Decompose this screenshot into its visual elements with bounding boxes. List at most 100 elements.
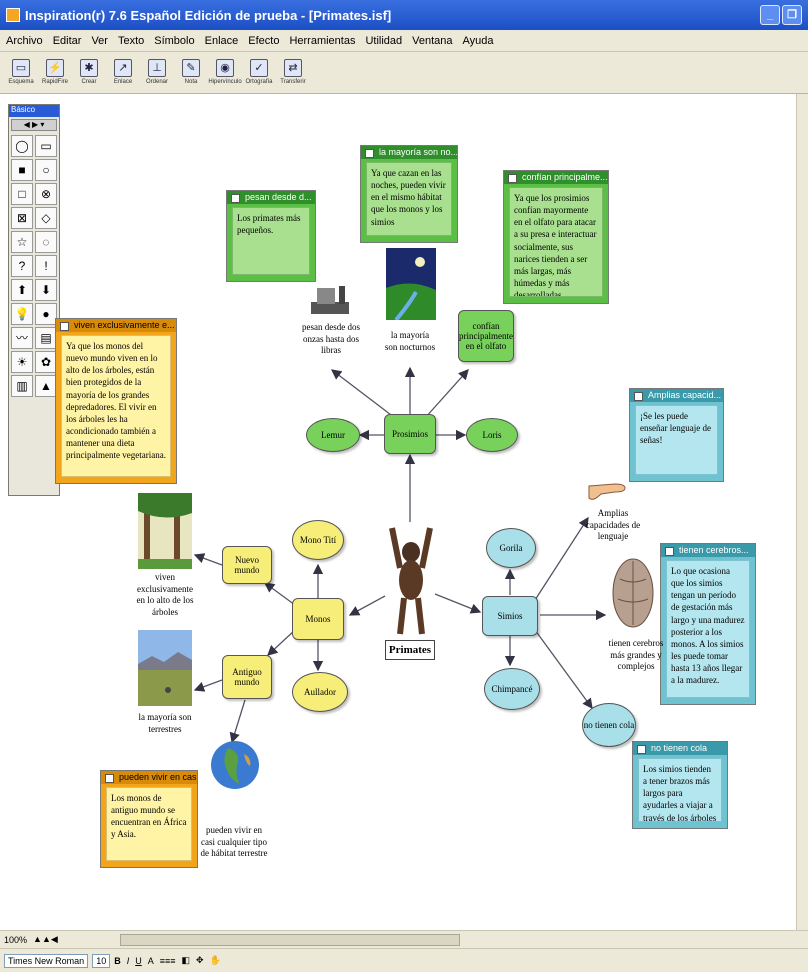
question-icon[interactable]: ?	[11, 255, 33, 277]
italic-icon[interactable]: I	[127, 956, 130, 966]
node-no-tienen-cola[interactable]: no tienen cola	[582, 703, 636, 747]
menu-editar[interactable]: Editar	[53, 35, 82, 47]
menu-efecto[interactable]: Efecto	[248, 35, 279, 47]
chimpanzee-picture[interactable]	[388, 518, 434, 638]
menu-ayuda[interactable]: Ayuda	[463, 35, 494, 47]
toolbar-transferir-button[interactable]: ⇄ Transferir	[278, 52, 308, 92]
note-cola[interactable]: no tienen cola Los simios tienden a tene…	[632, 741, 728, 829]
scroll-thumb[interactable]	[120, 934, 460, 946]
palette-nav[interactable]: ◀ ▶ ▾	[11, 119, 57, 131]
arrow-down-icon[interactable]: ⬇	[35, 279, 57, 301]
shape-speech-icon[interactable]: ◌	[35, 231, 57, 253]
shape-rect-icon[interactable]: ▭	[35, 135, 57, 157]
underline-icon[interactable]: U	[135, 956, 142, 966]
zoom-level[interactable]: 100%	[4, 935, 27, 945]
toolbar-ordenar-button[interactable]: ⊥ Ordenar	[142, 52, 172, 92]
font-family-select[interactable]: Times New Roman	[4, 953, 89, 968]
node-gorila[interactable]: Gorila	[486, 528, 536, 568]
shape-square-icon[interactable]: ■	[11, 159, 33, 181]
menu-simbolo[interactable]: Símbolo	[154, 35, 194, 47]
menu-herramientas[interactable]: Herramientas	[289, 35, 355, 47]
toolbar-hipervinculo-button[interactable]: ◉ Hipervínculo	[208, 52, 242, 92]
note-cerebros[interactable]: tienen cerebros... Lo que ocasiona que l…	[660, 543, 756, 705]
move-icon[interactable]: ✥	[196, 955, 204, 966]
text-color-icon[interactable]: A	[148, 956, 154, 966]
menu-ver[interactable]: Ver	[91, 35, 108, 47]
transfer-icon: ⇄	[284, 59, 302, 77]
label-cerebros[interactable]: tienen cerebros más grandes y complejos	[604, 638, 668, 673]
mountain-icon[interactable]: ▲	[35, 375, 57, 397]
node-primates[interactable]: Primates	[385, 640, 435, 660]
alignment-icon[interactable]: ≡≡≡	[160, 956, 176, 966]
night-landscape-picture[interactable]	[386, 248, 436, 320]
outline-icon: ▭	[12, 59, 30, 77]
sun-icon[interactable]: ☀	[11, 351, 33, 373]
node-nuevo-mundo[interactable]: Nuevo mundo	[222, 546, 272, 584]
wave-icon[interactable]: 〰	[11, 327, 33, 349]
toolbar-ortografia-button[interactable]: ✓ Ortografía	[244, 52, 274, 92]
shape-star-icon[interactable]: ☆	[11, 231, 33, 253]
shape-box-icon[interactable]: □	[11, 183, 33, 205]
vertical-scrollbar[interactable]	[796, 94, 808, 930]
hand-icon[interactable]: ✋	[210, 955, 221, 966]
label-habitat[interactable]: pueden vivir en casi cualquier tipo de h…	[200, 825, 268, 860]
shape-cross-oval-icon[interactable]: ⊗	[35, 183, 57, 205]
jungle-trees-picture[interactable]	[138, 493, 192, 569]
note-habitat[interactable]: pueden vivir en cas... Los monos de anti…	[100, 770, 198, 868]
menu-archivo[interactable]: Archivo	[6, 35, 43, 47]
node-chimpance[interactable]: Chimpancé	[484, 668, 540, 710]
book-icon[interactable]: ▤	[35, 327, 57, 349]
label-nocturnos[interactable]: la mayoría son nocturnos	[384, 330, 436, 353]
node-simios[interactable]: Simios	[482, 596, 538, 636]
label-viven[interactable]: viven exclusivamente en lo alto de los á…	[134, 572, 196, 619]
arrow-up-icon[interactable]: ⬆	[11, 279, 33, 301]
toolbar-enlace-button[interactable]: ↗ Enlace	[108, 52, 138, 92]
node-loris[interactable]: Loris	[466, 418, 518, 452]
note-viven[interactable]: viven exclusivamente e... Ya que los mon…	[55, 318, 177, 484]
node-aullador[interactable]: Aullador	[292, 672, 348, 712]
toolbar-esquema-button[interactable]: ▭ Esquema	[6, 52, 36, 92]
bold-icon[interactable]: B	[114, 956, 121, 966]
zoom-controls-icon[interactable]: ▲▲◀	[33, 934, 58, 945]
note-nocturnos[interactable]: la mayoría son no... Ya que cazan en las…	[360, 145, 458, 243]
pointing-hand-picture[interactable]	[585, 472, 629, 506]
moon-icon[interactable]: ●	[35, 303, 57, 325]
node-mono-titi[interactable]: Mono Tití	[292, 520, 344, 560]
label-pesan[interactable]: pesan desde dos onzas hasta dos libras	[298, 322, 364, 357]
menu-utilidad[interactable]: Utilidad	[365, 35, 402, 47]
toolbar-nota-button[interactable]: ✎ Nota	[176, 52, 206, 92]
exclamation-icon[interactable]: !	[35, 255, 57, 277]
node-prosimios[interactable]: Prosimios	[384, 414, 436, 454]
label-lenguaje[interactable]: Amplias capacidades de lenguaje	[584, 508, 642, 543]
brain-picture[interactable]	[610, 555, 656, 631]
shape-oval-icon[interactable]: ◯	[11, 135, 33, 157]
minimize-button[interactable]: _	[760, 5, 780, 25]
node-lemur[interactable]: Lemur	[306, 418, 360, 452]
note-pesan[interactable]: pesan desde d... Los primates más pequeñ…	[226, 190, 316, 282]
font-size-select[interactable]: 10	[92, 953, 111, 968]
note-lenguaje[interactable]: Amplias capacid... ¡Se les puede enseñar…	[629, 388, 724, 482]
shape-circle-icon[interactable]: ○	[35, 159, 57, 181]
note-confian-title: confían principalme...	[504, 171, 608, 184]
savanna-picture[interactable]	[138, 630, 192, 706]
phone-icon[interactable]: ▥	[11, 375, 33, 397]
lightbulb-icon[interactable]: 💡	[11, 303, 33, 325]
toolbar-rapidfire-button[interactable]: ⚡ RapidFire	[40, 52, 70, 92]
note-confian[interactable]: confían principalme... Ya que los prosim…	[503, 170, 609, 304]
node-antiguo-mundo[interactable]: Antiguo mundo	[222, 655, 272, 699]
node-monos[interactable]: Monos	[292, 598, 344, 640]
fill-color-icon[interactable]: ◧	[182, 955, 191, 966]
menu-ventana[interactable]: Ventana	[412, 35, 452, 47]
horizontal-scrollbar[interactable]: 100% ▲▲◀	[0, 930, 808, 948]
toolbar-crear-button[interactable]: ✱ Crear	[74, 52, 104, 92]
scale-picture[interactable]	[307, 282, 353, 318]
globe-picture[interactable]	[210, 740, 260, 790]
node-confian[interactable]: confían principalmente en el olfato	[458, 310, 514, 362]
menu-enlace[interactable]: Enlace	[205, 35, 239, 47]
shape-cross-box-icon[interactable]: ⊠	[11, 207, 33, 229]
flower-icon[interactable]: ✿	[35, 351, 57, 373]
label-terrestres[interactable]: la mayoría son terrestres	[134, 712, 196, 735]
shape-diamond-icon[interactable]: ◇	[35, 207, 57, 229]
menu-texto[interactable]: Texto	[118, 35, 144, 47]
restore-button[interactable]: ❐	[782, 5, 802, 25]
